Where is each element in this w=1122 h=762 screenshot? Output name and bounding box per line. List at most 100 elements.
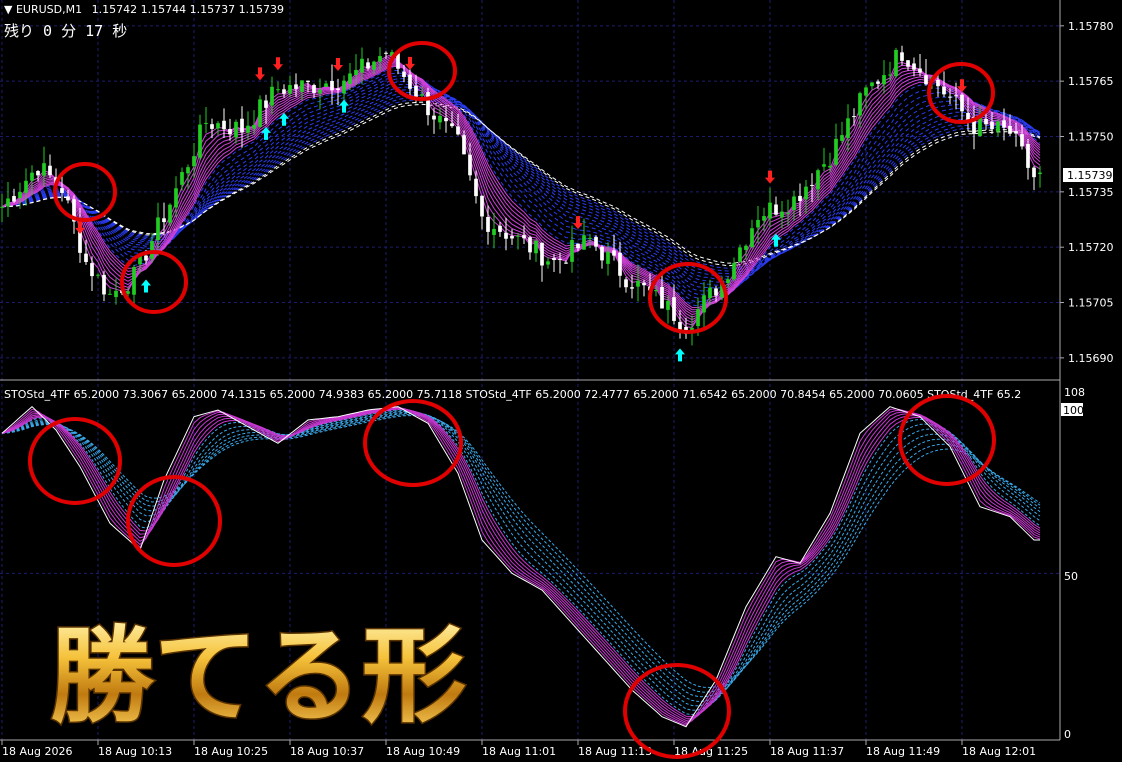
- overlay-title: 勝てる形: [50, 615, 466, 737]
- candle-body: [60, 188, 64, 193]
- candle-body: [750, 228, 754, 248]
- candle-body: [378, 56, 382, 62]
- candle-body: [444, 117, 448, 122]
- candle-body: [846, 118, 850, 138]
- candle-body: [432, 115, 436, 120]
- candle-body: [840, 135, 844, 141]
- candle-body: [186, 167, 190, 174]
- candle-body: [696, 309, 700, 327]
- candle-body: [354, 69, 358, 75]
- candle-body: [1020, 134, 1024, 147]
- candle-body: [630, 287, 634, 289]
- candle-body: [996, 121, 1000, 132]
- candle-body: [66, 196, 70, 201]
- symbol-label: EURUSD,M1: [15, 3, 83, 16]
- candle-body: [558, 259, 562, 261]
- candle-body: [798, 195, 802, 202]
- remaining-time: 残り 0 分 17 秒: [4, 22, 128, 40]
- candle-body: [948, 96, 952, 98]
- price-tick-label: 1.15750: [1068, 131, 1114, 144]
- candle-body: [336, 88, 340, 90]
- candle-body: [144, 255, 148, 261]
- candle-body: [48, 165, 52, 176]
- candle-body: [600, 246, 604, 261]
- candle-body: [462, 135, 466, 155]
- candle-body: [906, 60, 910, 67]
- candle-body: [468, 154, 472, 176]
- candle-body: [534, 240, 538, 254]
- price-tick-label: 1.15705: [1068, 297, 1114, 310]
- candle-body: [90, 263, 94, 277]
- candle-body: [714, 288, 718, 296]
- candle-body: [486, 216, 490, 232]
- dropdown-triangle-icon[interactable]: ▼: [4, 3, 12, 16]
- candle-body: [18, 191, 22, 199]
- candle-body: [864, 87, 868, 96]
- candle-body: [300, 80, 304, 92]
- time-tick-label: 18 Aug 10:13: [98, 745, 172, 758]
- candle-body: [858, 93, 862, 116]
- candle-body: [192, 156, 196, 167]
- candle-body: [888, 74, 892, 76]
- candle-body: [96, 274, 100, 276]
- indicator-tick-50: 50: [1064, 570, 1078, 583]
- candle-body: [114, 290, 118, 298]
- candle-body: [420, 94, 424, 96]
- candle-body: [564, 262, 568, 264]
- candle-body: [252, 124, 256, 129]
- candle-body: [624, 279, 628, 288]
- candle-body: [498, 225, 502, 232]
- candle-body: [702, 295, 706, 313]
- candle-body: [552, 258, 556, 261]
- indicator-tick-0: 0: [1064, 728, 1071, 741]
- candle-body: [582, 235, 586, 250]
- candle-body: [852, 116, 856, 118]
- candle-body: [954, 95, 958, 97]
- candle-body: [588, 237, 592, 239]
- candle-body: [942, 86, 946, 95]
- candle-body: [1002, 120, 1006, 128]
- candle-body: [654, 290, 658, 292]
- price-tick-label: 1.15735: [1068, 186, 1114, 199]
- candle-body: [1038, 172, 1042, 175]
- indicator-tick-100: 100: [1063, 404, 1084, 417]
- candle-body: [786, 212, 790, 214]
- time-tick-label: 18 Aug 11:13: [578, 745, 652, 758]
- candle-body: [594, 237, 598, 247]
- candle-body: [150, 241, 154, 259]
- candle-body: [672, 297, 676, 321]
- time-tick-label: 18 Aug 11:37: [770, 745, 844, 758]
- candle-body: [312, 85, 316, 93]
- candle-body: [546, 261, 550, 265]
- chart-header: ▼ EURUSD,M1 1.15742 1.15744 1.15737 1.15…: [4, 3, 284, 16]
- candle-body: [978, 117, 982, 137]
- candle-body: [810, 184, 814, 186]
- candle-body: [666, 300, 670, 310]
- candle-body: [924, 75, 928, 85]
- candle-body: [828, 165, 832, 168]
- candle-body: [456, 126, 460, 135]
- candle-body: [324, 83, 328, 87]
- price-tick-label: 1.15690: [1068, 352, 1114, 365]
- candle-body: [258, 99, 262, 127]
- candle-body: [132, 266, 136, 295]
- current-price-label: 1.15739: [1067, 169, 1113, 182]
- candle-body: [984, 118, 988, 125]
- candle-body: [198, 124, 202, 158]
- candle-body: [30, 172, 34, 181]
- candle-body: [1014, 131, 1018, 134]
- candle-body: [156, 217, 160, 241]
- candle-body: [426, 92, 430, 116]
- candle-body: [240, 118, 244, 133]
- candle-body: [180, 172, 184, 185]
- candle-body: [876, 81, 880, 84]
- candle-body: [270, 86, 274, 106]
- candle-body: [618, 252, 622, 276]
- candle-body: [318, 89, 322, 94]
- time-tick-label: 18 Aug 12:01: [962, 745, 1036, 758]
- candle-body: [900, 52, 904, 61]
- candle-body: [216, 123, 220, 129]
- candle-body: [1026, 143, 1030, 168]
- candle-body: [540, 242, 544, 266]
- candle-body: [522, 235, 526, 239]
